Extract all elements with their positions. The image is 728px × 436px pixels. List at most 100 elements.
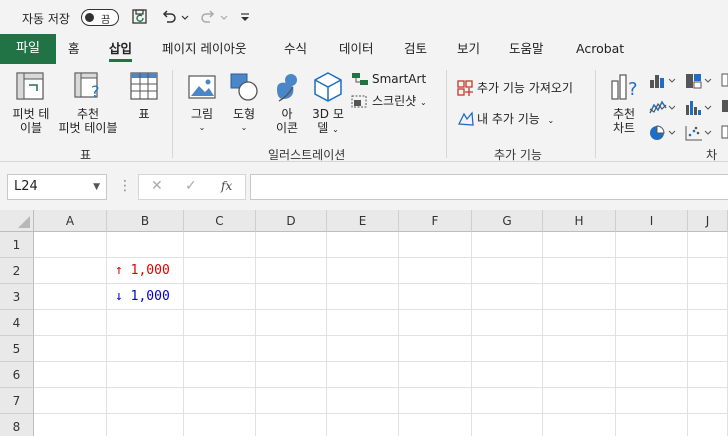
formula-bar: L24 ▼ ⋮ ✕ ✓ fx [0,162,728,210]
row-header-2[interactable]: 2 [0,258,34,284]
column-header-h[interactable]: H [543,210,616,232]
column-chart-icon[interactable] [648,72,678,90]
formula-input[interactable] [250,174,728,200]
row-header-4[interactable]: 4 [0,310,34,336]
table-label[interactable]: 표 [130,107,158,121]
recommended-pivot-label[interactable]: 추천 피벗 테이블 [56,107,120,135]
my-addins-icon[interactable] [456,110,476,128]
pivot-table-icon[interactable] [15,71,45,101]
icons-icon[interactable] [271,71,303,103]
tab-help[interactable]: 도움말 [509,34,544,64]
tab-insert[interactable]: 삽입 [109,34,133,64]
tab-page-layout[interactable]: 페이지 레이아웃 [162,34,246,64]
recommended-pivot-icon[interactable]: ? [73,71,105,101]
recommended-charts-label[interactable]: 추천 차트 [606,107,642,135]
gridline [34,361,728,362]
tab-view[interactable]: 보기 [457,34,480,64]
chevron-down-icon[interactable] [219,8,229,26]
insert-function-button[interactable]: fx [221,179,232,193]
chevron-down-icon[interactable] [180,8,190,26]
tab-formulas[interactable]: 수식 [284,34,307,64]
quick-access-toolbar: 자동 저장 끔 [0,0,728,34]
save-icon[interactable] [131,8,149,26]
gridline [34,335,728,336]
row-header-8[interactable]: 8 [0,414,34,436]
row-header-5[interactable]: 5 [0,336,34,362]
chevron-down-icon[interactable]: ▼ [93,175,100,199]
tab-file[interactable]: 파일 [0,34,56,64]
shapes-label-text: 도형 [232,107,256,121]
column-header-d[interactable]: D [256,210,327,232]
tab-data[interactable]: 데이터 [339,34,374,64]
screenshot-label[interactable]: 스크린샷 ⌄ [372,94,427,110]
statistic-chart-icon[interactable] [684,99,714,117]
gridline [398,232,399,436]
get-addins-icon[interactable] [456,79,474,97]
column-header-e[interactable]: E [327,210,399,232]
gridline [615,232,616,436]
shapes-icon[interactable] [229,72,259,102]
pivot-table-label-1: 피벗 테 [12,107,50,121]
row-header-1[interactable]: 1 [0,232,34,258]
row-header-3[interactable]: 3 [0,284,34,310]
ribbon-tabs: 파일 홈 삽입 페이지 레이아웃 수식 데이터 검토 보기 도움말 Acroba… [0,34,728,64]
gridline [34,309,728,310]
column-header-c[interactable]: C [184,210,256,232]
gridline [34,387,728,388]
cancel-icon[interactable]: ✕ [151,178,163,194]
tab-acrobat[interactable]: Acrobat [576,34,624,64]
autosave-toggle[interactable]: 끔 [81,9,119,26]
column-header-a[interactable]: A [34,210,107,232]
smartart-icon[interactable] [351,72,369,86]
gridline [255,232,256,436]
hierarchy-chart-icon[interactable] [684,72,714,90]
table-icon[interactable] [129,71,159,101]
picture-label[interactable]: 그림 ⌄ [186,107,218,135]
my-addins-label[interactable]: 내 추가 기능 ⌄ [477,112,554,128]
pivot-table-label-2: 이블 [19,121,43,135]
icons-label[interactable]: 아 이콘 [272,107,302,135]
gridline [34,413,728,414]
group-separator [595,70,596,158]
row-header-7[interactable]: 7 [0,388,34,414]
screenshot-icon[interactable] [351,94,369,110]
column-header-b[interactable]: B [107,210,184,232]
get-addins-label[interactable]: 추가 기능 가져오기 [477,81,573,95]
scatter-chart-icon[interactable] [684,124,714,142]
shapes-label[interactable]: 도형 ⌄ [228,107,260,135]
customize-qat-icon[interactable] [238,8,252,26]
select-all-button[interactable] [0,210,34,232]
column-header-g[interactable]: G [472,210,543,232]
name-box[interactable]: L24 ▼ [7,174,107,200]
gridline [542,232,543,436]
3d-models-icon[interactable] [313,71,343,103]
column-header-j[interactable]: J [688,210,728,232]
cell-b3[interactable]: ↓ 1,000 [115,289,170,304]
tab-review[interactable]: 검토 [404,34,427,64]
column-header-f[interactable]: F [399,210,472,232]
group-separator [446,70,447,158]
column-header-i[interactable]: I [616,210,688,232]
picture-icon[interactable] [187,74,217,100]
3d-models-label[interactable]: 3D 모 델 ⌄ [309,107,347,137]
line-chart-icon[interactable] [648,99,678,117]
svg-text:?: ? [91,82,100,101]
chevron-down-icon: ⌄ [198,123,206,132]
recommended-charts-label-2: 차트 [612,121,636,135]
cell-b2[interactable]: ↑ 1,000 [115,263,170,278]
tab-home[interactable]: 홈 [68,34,80,64]
more-charts-icon[interactable] [720,72,728,142]
smartart-label[interactable]: SmartArt [372,72,426,86]
gridline [687,232,688,436]
worksheet-grid: ↑ 1,000 ↓ 1,000 ABCDEFGHIJ 12345678 [0,210,728,436]
row-header-6[interactable]: 6 [0,362,34,388]
redo-icon[interactable] [199,8,217,26]
toggle-knob [85,13,94,22]
pivot-table-label[interactable]: 피벗 테 이블 [8,107,54,135]
more-icon[interactable]: ⋮ [118,178,132,194]
group-label-addins: 추가 기능 [494,148,542,162]
recommended-charts-icon[interactable]: ? [609,71,641,103]
undo-icon[interactable] [160,8,178,26]
pie-chart-icon[interactable] [648,124,678,142]
enter-icon[interactable]: ✓ [185,178,197,194]
